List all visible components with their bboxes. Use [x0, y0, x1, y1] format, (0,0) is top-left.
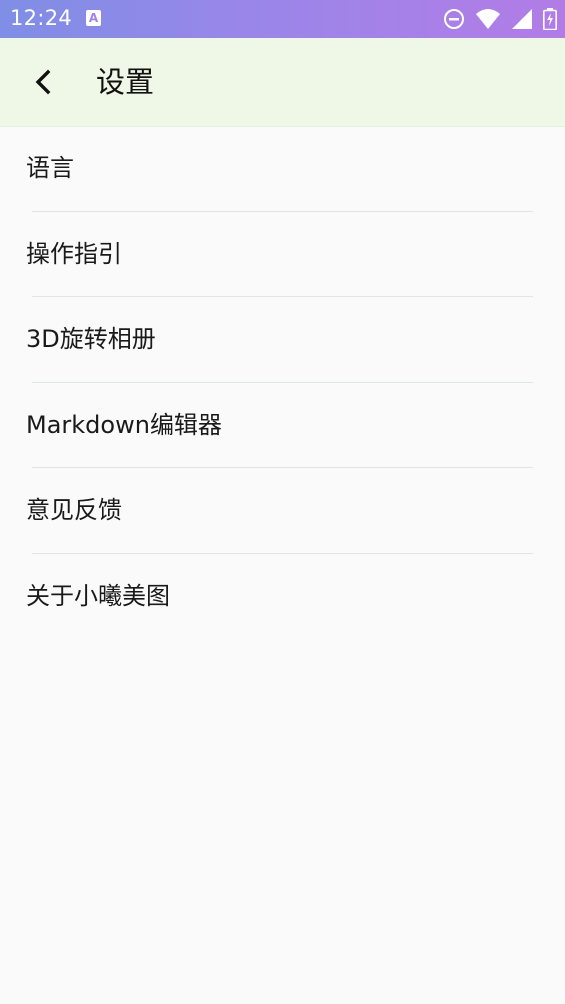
settings-item-label: Markdown编辑器 — [26, 410, 222, 439]
page-title: 设置 — [96, 65, 155, 99]
wifi-icon — [476, 9, 500, 29]
settings-item-markdown-editor[interactable]: Markdown编辑器 — [0, 383, 565, 469]
settings-item-feedback[interactable]: 意见反馈 — [0, 468, 565, 554]
status-icons — [443, 7, 557, 31]
app-bar: 设置 — [0, 38, 565, 127]
battery-charging-icon — [543, 8, 557, 30]
settings-item-label: 操作指引 — [26, 239, 122, 268]
settings-item-label: 3D旋转相册 — [26, 325, 156, 354]
chevron-left-icon — [35, 69, 51, 95]
settings-item-language[interactable]: 语言 — [0, 126, 565, 212]
do-not-disturb-icon — [444, 9, 464, 29]
settings-item-about[interactable]: 关于小曦美图 — [0, 554, 565, 640]
settings-item-guide[interactable]: 操作指引 — [0, 212, 565, 298]
settings-item-label: 关于小曦美图 — [26, 581, 170, 610]
back-button[interactable] — [18, 58, 68, 106]
status-bar: 12:24 A — [0, 0, 565, 38]
status-time: 12:24 — [10, 6, 73, 30]
settings-list: 语言 操作指引 3D旋转相册 Markdown编辑器 意见反馈 关于小曦美图 — [0, 126, 565, 640]
settings-item-3d-album[interactable]: 3D旋转相册 — [0, 297, 565, 383]
settings-item-label: 意见反馈 — [26, 496, 122, 525]
settings-item-label: 语言 — [26, 154, 74, 182]
signal-icon — [512, 9, 532, 29]
notification-a-icon: A — [86, 10, 101, 26]
